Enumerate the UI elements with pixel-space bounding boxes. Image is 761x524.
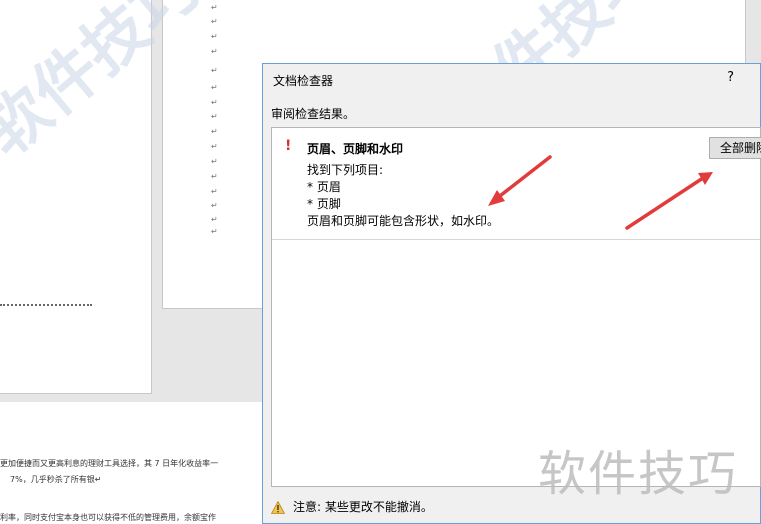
- annotation-arrow: [488, 155, 552, 206]
- annotation-arrow: [625, 172, 713, 230]
- annotation-arrows: [488, 155, 713, 230]
